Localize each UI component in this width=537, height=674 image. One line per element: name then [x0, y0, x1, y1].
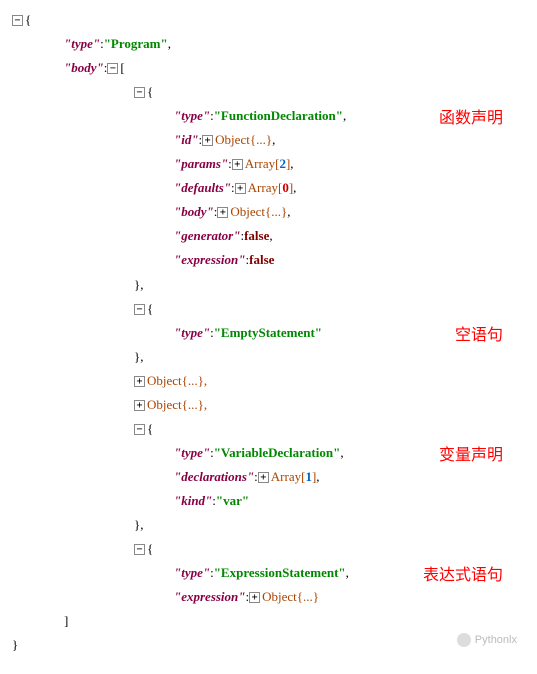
var-decl-close: }, — [4, 513, 533, 537]
collapse-icon[interactable]: − — [107, 63, 118, 74]
empty-stmt-open: −{ — [4, 297, 533, 321]
func-decl-open: −{ — [4, 80, 533, 104]
program-type: "type":"Program", — [4, 32, 533, 56]
collapse-icon[interactable]: − — [134, 424, 145, 435]
func-decl-id: "id":+Object{...}, — [4, 128, 533, 152]
var-decl-declarations: "declarations":+Array[1], — [4, 465, 533, 489]
empty-stmt-type: "type":"EmptyStatement"空语句 — [4, 321, 533, 345]
expand-icon[interactable]: + — [217, 207, 228, 218]
empty-stmt-close: }, — [4, 345, 533, 369]
collapse-icon[interactable]: − — [134, 87, 145, 98]
expand-icon[interactable]: + — [258, 472, 269, 483]
expand-icon[interactable]: + — [202, 135, 213, 146]
watermark: Pythonlx — [457, 630, 517, 650]
func-decl-params: "params":+Array[2], — [4, 152, 533, 176]
expr-stmt-expression: "expression":+Object{...} — [4, 585, 533, 609]
func-decl-type: "type":"FunctionDeclaration",函数声明 — [4, 104, 533, 128]
func-decl-defaults: "defaults":+Array[0], — [4, 176, 533, 200]
body-close: ] — [4, 609, 533, 633]
collapse-icon[interactable]: − — [134, 304, 145, 315]
expr-stmt-open: −{ — [4, 537, 533, 561]
func-decl-generator: "generator":false, — [4, 224, 533, 248]
expand-icon[interactable]: + — [232, 159, 243, 170]
collapse-icon[interactable]: − — [134, 544, 145, 555]
var-decl-kind: "kind":"var" — [4, 489, 533, 513]
collapsed-obj-1: +Object{...}, — [4, 369, 533, 393]
expand-icon[interactable]: + — [249, 592, 260, 603]
collapsed-obj-2: +Object{...}, — [4, 393, 533, 417]
func-decl-expression: "expression":false — [4, 248, 533, 272]
json-root-open: −{ — [4, 8, 533, 32]
expr-stmt-type: "type":"ExpressionStatement",表达式语句 — [4, 561, 533, 585]
expand-icon[interactable]: + — [235, 183, 246, 194]
var-decl-type: "type":"VariableDeclaration",变量声明 — [4, 441, 533, 465]
func-decl-body: "body":+Object{...}, — [4, 200, 533, 224]
json-root-close: } — [4, 633, 533, 657]
var-decl-open: −{ — [4, 417, 533, 441]
collapse-icon[interactable]: − — [12, 15, 23, 26]
expand-icon[interactable]: + — [134, 400, 145, 411]
func-decl-close: }, — [4, 273, 533, 297]
program-body-open: "body":−[ — [4, 56, 533, 80]
expand-icon[interactable]: + — [134, 376, 145, 387]
